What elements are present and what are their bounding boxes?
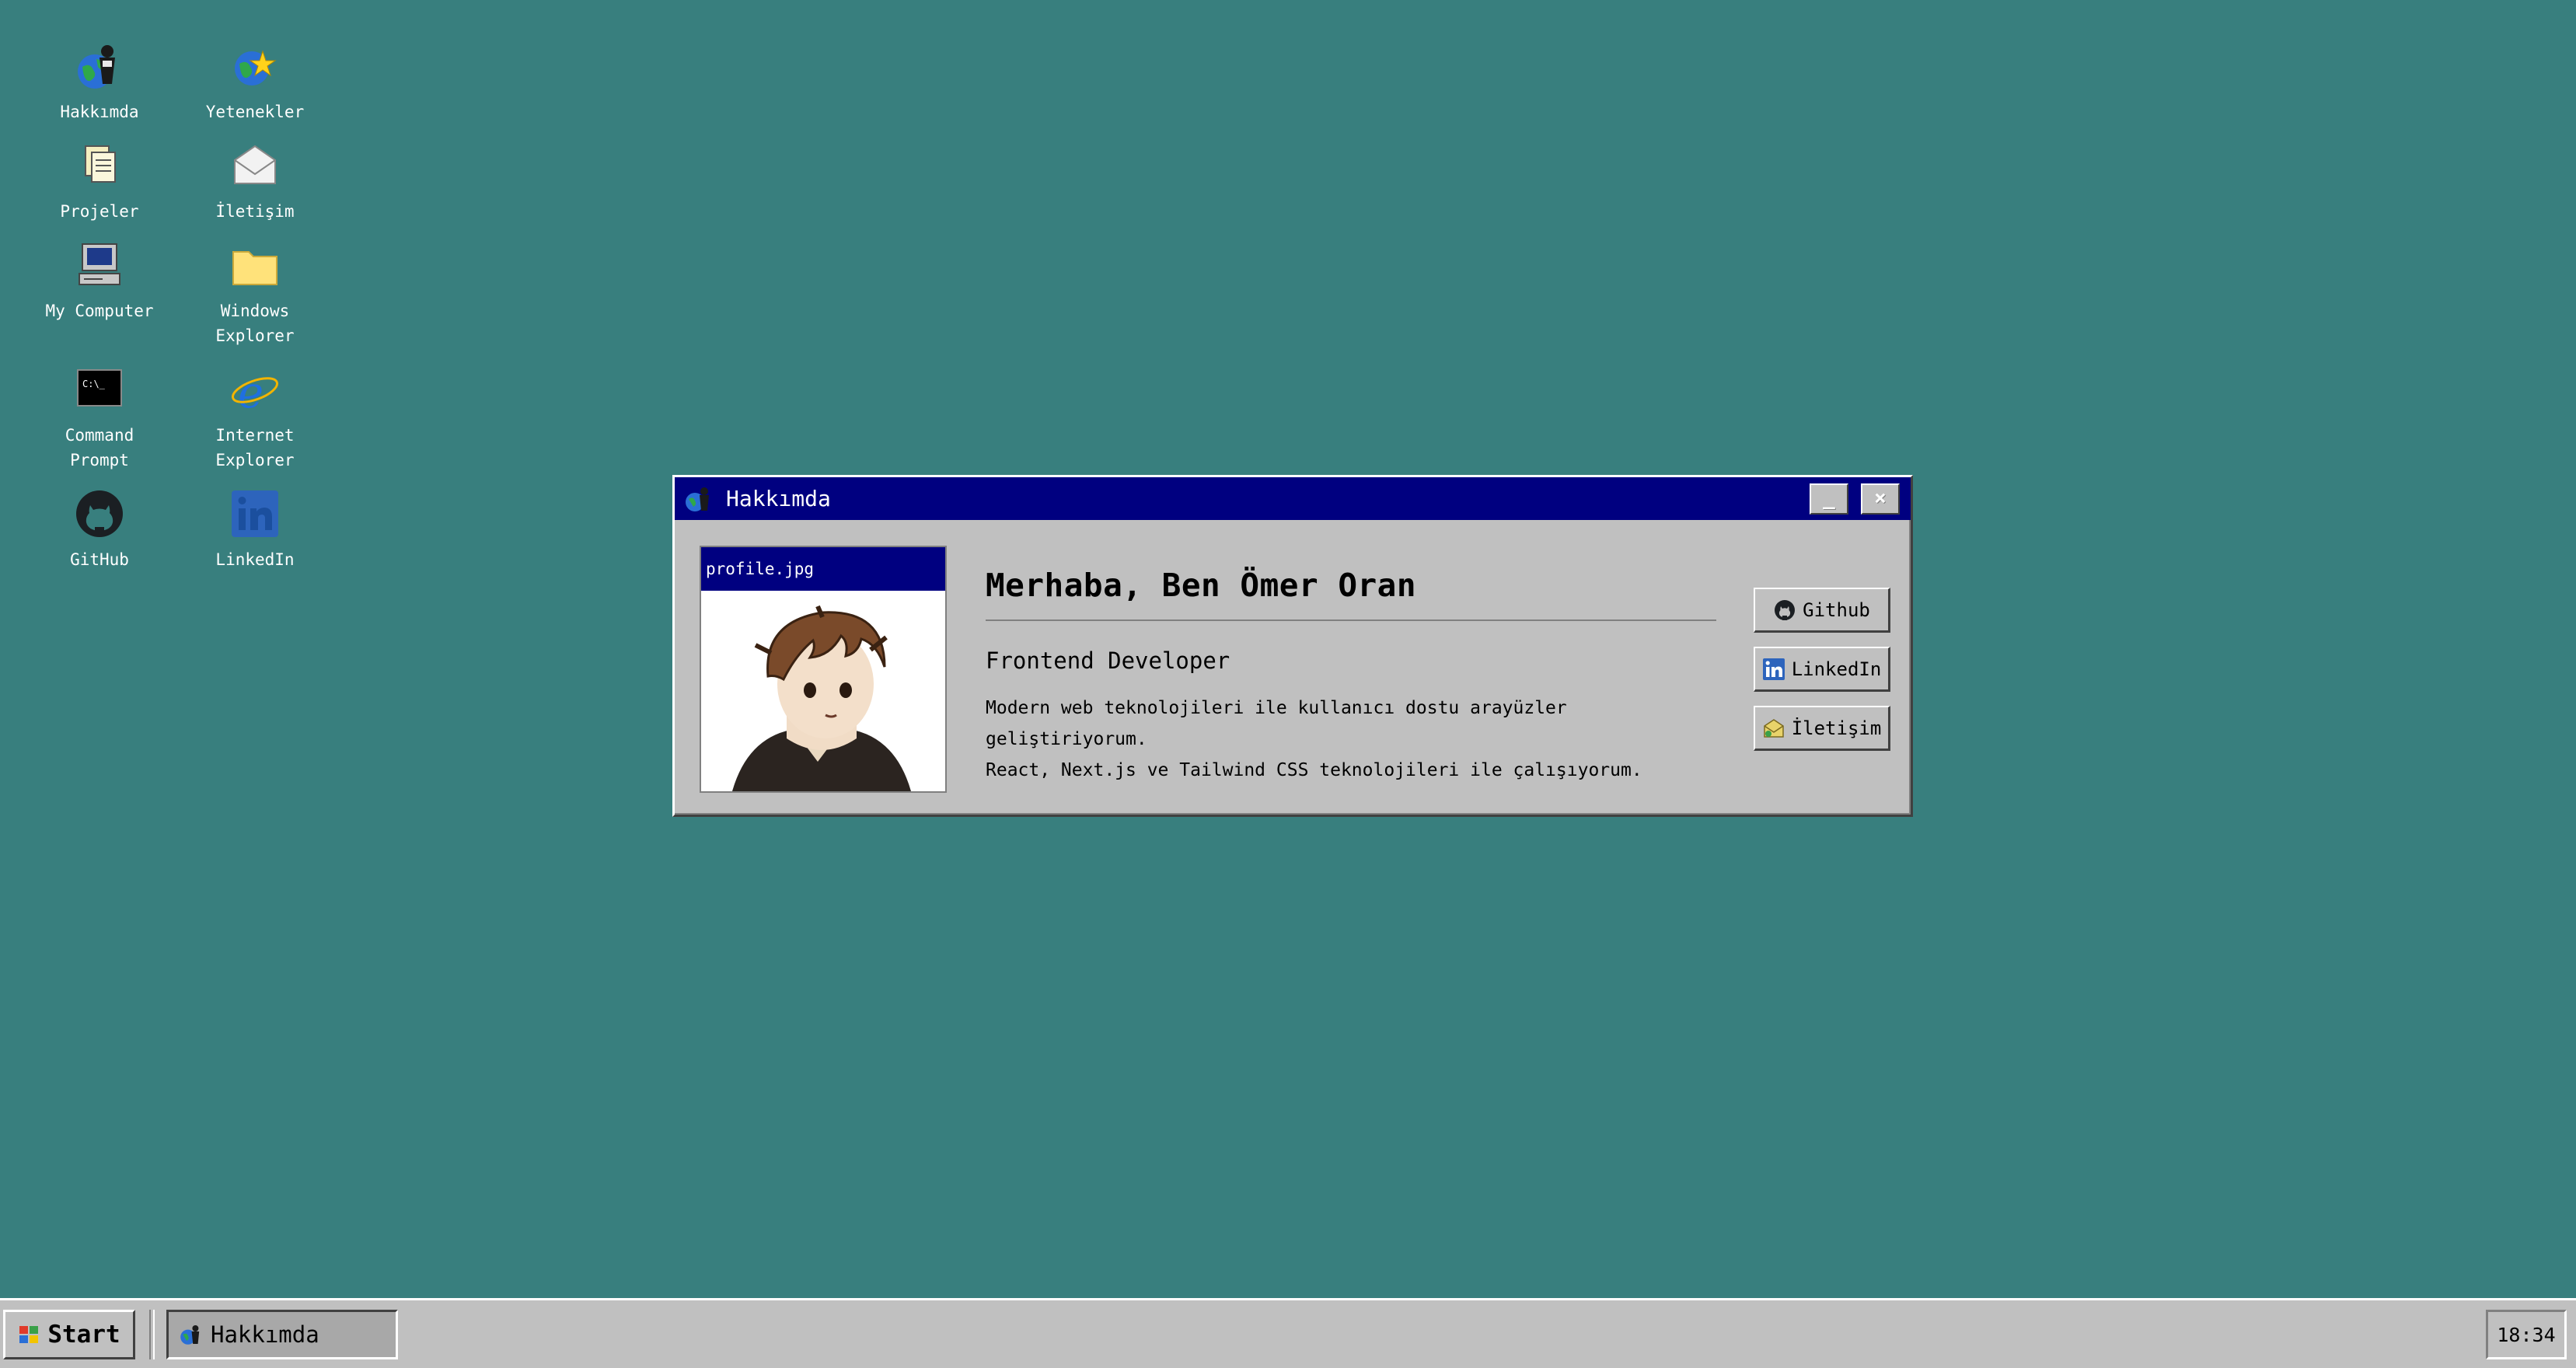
github-icon [1775, 599, 1796, 620]
computer-icon [79, 243, 120, 285]
close-button[interactable]: × [1861, 483, 1900, 515]
window-titlebar[interactable]: Hakkımda _ × [675, 477, 1911, 520]
desktop-icon-iletisim[interactable]: İletişim [177, 140, 333, 224]
github-icon [76, 490, 123, 537]
desktop-icon-command-prompt[interactable]: C:\_ Command Prompt [22, 364, 177, 473]
envelope-icon [234, 145, 276, 184]
start-label: Start [47, 1321, 120, 1349]
svg-text:C:\_: C:\_ [82, 379, 106, 389]
desktop-icon-label: LinkedIn [215, 550, 295, 569]
role-text: Frontend Developer [986, 647, 1230, 674]
desktop-icon-label: Yetenekler [205, 103, 305, 121]
desktop-icon-github[interactable]: GitHub [22, 488, 177, 572]
contact-mail-icon [1763, 718, 1784, 738]
globe-person-icon [180, 1325, 200, 1345]
documents-icon [85, 145, 116, 183]
desktop-icon-label: Hakkımda [60, 103, 139, 121]
globe-star-icon [235, 50, 277, 86]
photo-caption: profile.jpg [701, 547, 945, 591]
github-button-label: Github [1803, 598, 1870, 621]
linkedin-icon [232, 490, 278, 537]
desktop-icon-label: Windows Explorer [215, 302, 295, 345]
desktop-icon-linkedin[interactable]: LinkedIn [177, 488, 333, 572]
taskbar-separator [149, 1310, 155, 1359]
taskbar: Start Hakkımda 18:34 [0, 1298, 2576, 1368]
about-window[interactable]: Hakkımda _ × profile.jpg Merhaba, Ben Öm… [672, 475, 1913, 817]
description-text: Modern web teknolojileri ile kullanıcı d… [986, 693, 1716, 786]
contact-button[interactable]: İletişim [1754, 706, 1890, 751]
globe-person-icon [686, 487, 709, 511]
profile-photo-frame: profile.jpg [700, 546, 947, 793]
system-clock: 18:34 [2486, 1310, 2567, 1359]
svg-text:e: e [238, 368, 264, 415]
minimize-button[interactable]: _ [1810, 483, 1848, 515]
desktop-icon-yetenekler[interactable]: Yetenekler [177, 40, 333, 124]
about-content: Merhaba, Ben Ömer Oran Frontend Develope… [986, 567, 1716, 786]
desktop-icon-label: Projeler [60, 202, 139, 221]
desktop-icon-label: My Computer [45, 302, 154, 320]
linkedin-button[interactable]: LinkedIn [1754, 647, 1890, 692]
window-title: Hakkımda [726, 486, 831, 511]
desktop-icon-windows-explorer[interactable]: Windows Explorer [177, 239, 333, 348]
folder-icon [232, 251, 277, 285]
desktop-icon-hakkimda[interactable]: Hakkımda [22, 40, 177, 124]
linkedin-icon [1762, 658, 1785, 680]
desktop-icon-label: Internet Explorer [215, 426, 295, 469]
command-prompt-icon: C:\_ [77, 369, 122, 407]
linkedin-button-label: LinkedIn [1791, 658, 1882, 680]
desktop-icon-label: İletişim [215, 202, 295, 221]
internet-explorer-icon: e [232, 368, 278, 415]
windows-logo-icon [19, 1326, 39, 1343]
description-line: React, Next.js ve Tailwind CSS teknoloji… [986, 760, 1642, 780]
start-button[interactable]: Start [3, 1310, 135, 1359]
desktop-icon-my-computer[interactable]: My Computer [22, 239, 177, 323]
desktop-icon-label: Command Prompt [65, 426, 134, 469]
description-line: Modern web teknolojileri ile kullanıcı d… [986, 698, 1567, 749]
taskbar-item-hakkimda[interactable]: Hakkımda [166, 1310, 398, 1359]
desktop-icon-label: GitHub [70, 550, 129, 569]
desktop-icon-projeler[interactable]: Projeler [22, 140, 177, 224]
greeting-heading: Merhaba, Ben Ömer Oran [986, 567, 1716, 621]
taskbar-item-label: Hakkımda [211, 1321, 319, 1348]
contact-button-label: İletişim [1791, 717, 1882, 739]
desktop-icon-internet-explorer[interactable]: e Internet Explorer [177, 364, 333, 473]
globe-person-icon [78, 45, 115, 89]
github-button[interactable]: Github [1754, 588, 1890, 633]
profile-avatar-image [701, 591, 945, 791]
